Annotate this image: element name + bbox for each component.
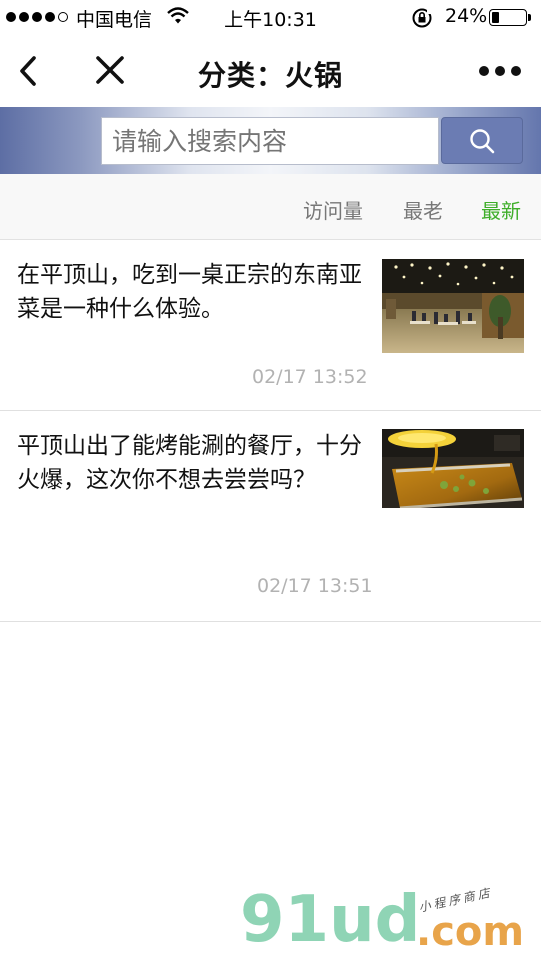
hotpot-soup-photo [382, 429, 524, 508]
list-item[interactable]: 在平顶山，吃到一桌正宗的东南亚菜是一种什么体验。 02/17 13:52 [0, 240, 541, 411]
list-item[interactable]: 平顶山出了能烤能涮的餐厅，十分火爆，这次你不想去尝尝吗？ 02/17 13:51 [0, 411, 541, 622]
sort-bar: 访问量 最老 最新 [0, 174, 541, 240]
status-bar: 中国电信 上午10:31 24% [0, 0, 541, 34]
sort-by-oldest[interactable]: 最老 [403, 195, 443, 224]
article-title[interactable]: 平顶山出了能烤能涮的餐厅，十分火爆，这次你不想去尝尝吗？ [17, 429, 371, 497]
watermark-brand: 91ud [240, 883, 421, 957]
search-button[interactable] [441, 117, 523, 164]
article-thumbnail[interactable] [382, 259, 524, 353]
battery-nub [528, 14, 531, 21]
article-thumbnail[interactable] [382, 429, 524, 508]
more-menu-icon[interactable] [477, 58, 523, 84]
page-title: 分类：火锅 [197, 59, 343, 92]
article-date: 02/17 13:52 [252, 366, 368, 388]
search-banner [0, 107, 541, 174]
search-icon [470, 128, 495, 153]
nav-bar: 分类：火锅 [0, 34, 541, 107]
rotation-lock-icon [412, 8, 432, 28]
battery-icon [489, 9, 527, 26]
watermark-domain: .com [416, 909, 525, 955]
restaurant-interior-photo [382, 259, 524, 353]
sort-by-views[interactable]: 访问量 [303, 195, 363, 224]
battery-percent: 24% [445, 5, 488, 27]
sort-by-newest[interactable]: 最新 [481, 195, 521, 224]
article-title[interactable]: 在平顶山，吃到一桌正宗的东南亚菜是一种什么体验。 [17, 258, 371, 326]
search-input[interactable] [101, 117, 439, 165]
article-date: 02/17 13:51 [257, 575, 373, 597]
watermark-logo: 91ud 小程序商店 .com [240, 885, 540, 960]
